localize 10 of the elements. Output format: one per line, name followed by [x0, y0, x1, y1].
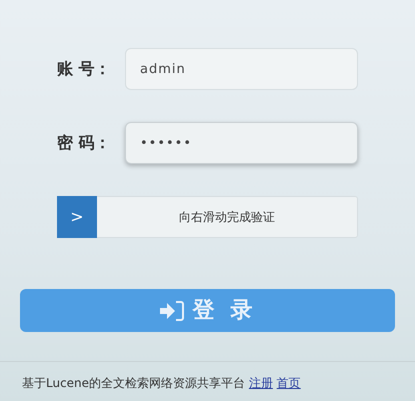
slider-handle[interactable]: >	[57, 196, 97, 238]
footer-link[interactable]: 注册	[248, 376, 273, 390]
field-label: 账 号：	[57, 58, 112, 80]
input-field[interactable]: admin	[125, 48, 358, 90]
field-label: 密 码：	[57, 132, 112, 154]
footer-text: 基于Lucene的全文检索网络资源共享平台	[22, 376, 246, 390]
slider-hint: 向右滑动完成验证	[178, 209, 276, 226]
footer-link[interactable]: 首页	[276, 376, 301, 390]
login-icon	[158, 300, 185, 322]
input-field[interactable]: ••••••	[125, 122, 358, 164]
